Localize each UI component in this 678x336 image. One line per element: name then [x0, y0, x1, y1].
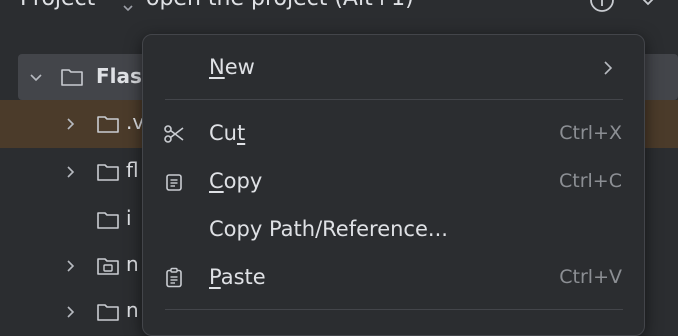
tree-item-label: n — [126, 298, 139, 322]
menu-item-paste[interactable]: Paste Ctrl+V — [143, 255, 644, 301]
menu-item-cut[interactable]: Cut Ctrl+X — [143, 111, 644, 157]
chevron-right-icon[interactable] — [62, 258, 78, 274]
chevron-right-icon[interactable] — [62, 116, 78, 132]
folder-icon — [97, 116, 119, 133]
menu-item-label: Copy — [209, 169, 263, 193]
chevron-right-icon — [604, 61, 613, 75]
context-menu: New Cut Ctrl+X Copy Ctrl+C Copy Path/Ref… — [142, 34, 645, 336]
menu-item-label: Copy Path/Reference... — [209, 217, 448, 241]
tree-item-label: i — [126, 206, 132, 230]
menu-separator — [165, 309, 623, 310]
folder-icon — [97, 164, 119, 181]
menu-shortcut: Ctrl+V — [559, 266, 622, 288]
scissors-icon — [164, 125, 184, 143]
menu-item-copy[interactable]: Copy Ctrl+C — [143, 159, 644, 205]
menu-item-new[interactable]: New — [143, 45, 644, 91]
chevron-down-icon[interactable] — [634, 0, 662, 22]
add-icon[interactable] — [588, 0, 616, 22]
tree-item-label: Flas — [96, 64, 142, 88]
project-toolbar: Project open the project (Alt+1) — [0, 0, 678, 34]
module-folder-icon — [97, 258, 119, 275]
chevron-right-icon[interactable] — [62, 304, 78, 320]
menu-item-label: Cut — [209, 121, 246, 145]
toolbar-hint: open the project (Alt+1) — [146, 0, 414, 11]
menu-item-label: Paste — [209, 265, 266, 289]
chevron-right-icon[interactable] — [62, 164, 78, 180]
menu-item-copy-path[interactable]: Copy Path/Reference... — [143, 207, 644, 253]
chevron-down-icon[interactable] — [122, 2, 134, 14]
menu-item-label: New — [209, 55, 255, 79]
clipboard-icon — [166, 267, 182, 288]
copy-icon — [166, 174, 182, 191]
menu-separator — [165, 99, 623, 100]
menu-shortcut: Ctrl+C — [559, 170, 622, 192]
tree-item-label: fl — [126, 158, 139, 182]
folder-icon — [61, 69, 83, 86]
project-title[interactable]: Project — [20, 0, 95, 11]
folder-icon — [97, 304, 119, 321]
folder-icon — [97, 212, 119, 229]
tree-item-label: n — [126, 252, 139, 276]
menu-shortcut: Ctrl+X — [559, 122, 622, 144]
chevron-down-icon[interactable] — [28, 69, 44, 85]
